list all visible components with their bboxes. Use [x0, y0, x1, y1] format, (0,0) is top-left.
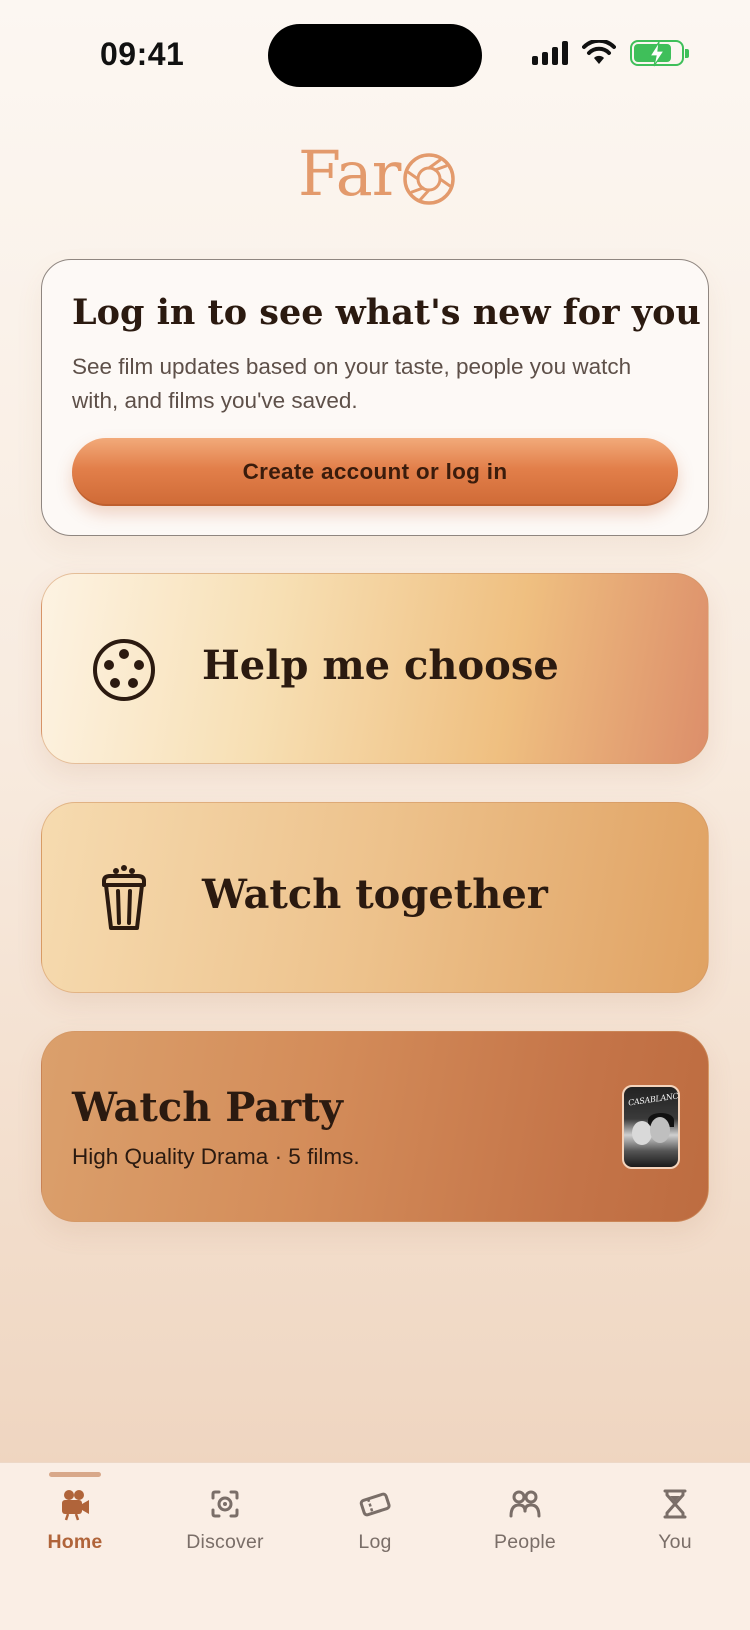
ticket-icon	[359, 1492, 391, 1517]
status-time: 09:41	[100, 36, 185, 72]
tab-home[interactable]: Home	[5, 1487, 145, 1577]
watch-together-card[interactable]: Watch together	[41, 802, 709, 993]
login-card-description: See film updates based on your taste, pe…	[72, 354, 632, 413]
movie-camera-icon	[62, 1490, 89, 1521]
tab-bar: Home Discover Log People You	[0, 1462, 750, 1630]
tab-you[interactable]: You	[605, 1487, 745, 1577]
active-tab-indicator	[49, 1472, 101, 1477]
status-icons	[532, 40, 689, 67]
wifi-icon	[582, 40, 616, 64]
login-card-title: Log in to see what's new for you	[72, 292, 701, 333]
create-account-button[interactable]: Create account or log in	[72, 438, 678, 506]
login-card: Log in to see what's new for you See fil…	[41, 259, 709, 536]
tab-discover-label: Discover	[186, 1531, 264, 1553]
aperture-logo-icon	[403, 153, 456, 205]
watch-party-card[interactable]: Watch Party High Quality Drama · 5 films…	[41, 1031, 709, 1222]
watch-together-label: Watch together	[202, 871, 548, 918]
help-me-choose-label: Help me choose	[202, 642, 559, 689]
app-logo: Far	[298, 142, 456, 206]
popcorn-icon	[102, 865, 146, 930]
tab-home-label: Home	[47, 1531, 103, 1553]
logo-text: Far	[298, 137, 401, 210]
tab-people-label: People	[494, 1531, 556, 1553]
tab-discover[interactable]: Discover	[155, 1487, 295, 1577]
battery-icon	[630, 40, 689, 67]
tab-you-label: You	[658, 1531, 692, 1553]
watch-party-subtitle: High Quality Drama · 5 films.	[72, 1144, 360, 1169]
discover-icon	[211, 1490, 239, 1518]
poster-title: CASABLANCA	[627, 1090, 680, 1108]
film-reel-icon	[93, 639, 155, 701]
tab-log[interactable]: Log	[305, 1487, 445, 1577]
movie-poster-thumbnail[interactable]: CASABLANCA	[622, 1085, 680, 1169]
watch-party-title: Watch Party	[72, 1084, 343, 1131]
status-bar: 09:41	[0, 0, 750, 110]
people-icon	[509, 1490, 541, 1518]
tab-log-label: Log	[358, 1531, 392, 1553]
hourglass-icon	[663, 1489, 687, 1519]
dynamic-island	[268, 24, 482, 87]
help-me-choose-card[interactable]: Help me choose	[41, 573, 709, 764]
cellular-signal-icon	[532, 41, 568, 65]
tab-people[interactable]: People	[455, 1487, 595, 1577]
